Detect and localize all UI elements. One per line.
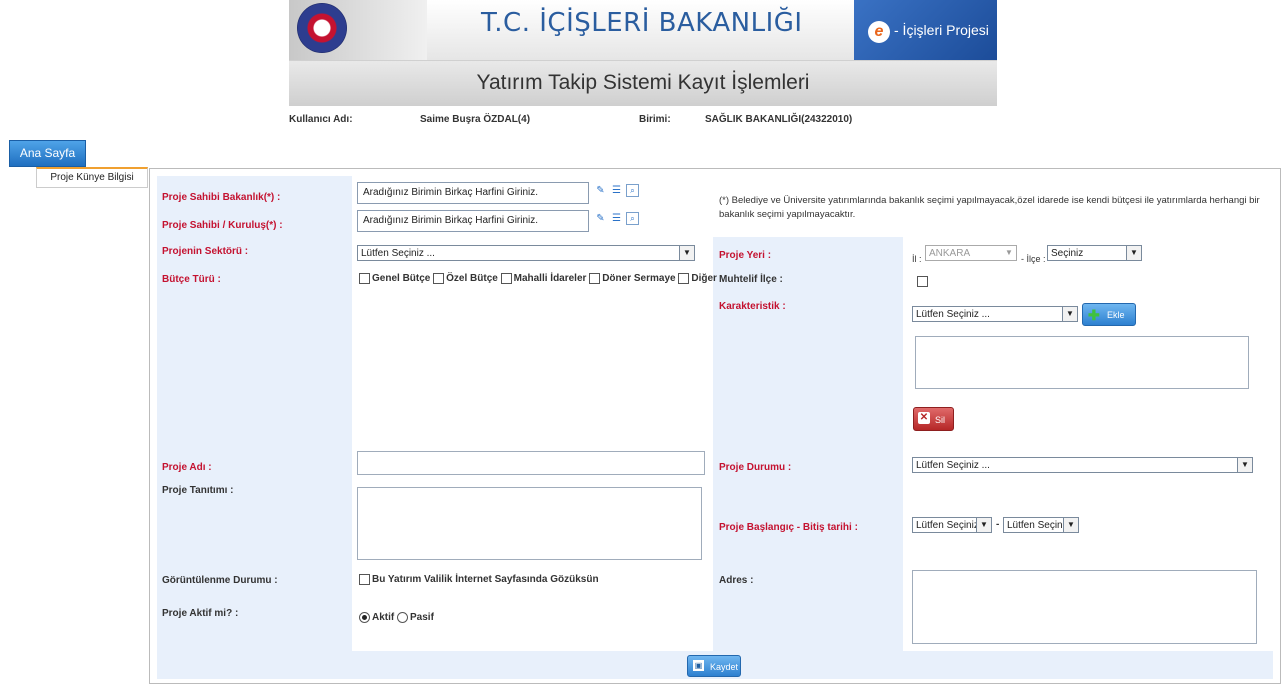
chevron-down-icon: ▼ xyxy=(1062,307,1077,321)
chevron-down-icon: ▼ xyxy=(1126,246,1141,260)
chevron-down-icon: ▼ xyxy=(1063,518,1078,532)
province-label: İl : xyxy=(912,254,922,264)
project-status-select[interactable]: Lütfen Seçiniz ... ▼ xyxy=(912,457,1253,473)
sector-label: Projenin Sektörü : xyxy=(162,246,249,257)
lookup-icon[interactable]: ⌕ xyxy=(626,212,639,225)
district-select[interactable]: Seçiniz ▼ xyxy=(1047,245,1142,261)
close-icon: ✕ xyxy=(918,412,930,424)
radio-button[interactable] xyxy=(359,612,370,623)
project-form: Proje Sahibi Bakanlık(*) : Aradığınız Bi… xyxy=(157,176,1273,679)
project-dates-label: Proje Başlangıç - Bitiş tarihi : xyxy=(719,522,858,533)
budget-option[interactable]: Diğer xyxy=(678,273,717,284)
home-tab[interactable]: Ana Sayfa xyxy=(9,140,86,167)
budget-label: Bütçe Türü : xyxy=(162,274,221,285)
ministry-seal-logo xyxy=(297,3,347,53)
chevron-down-icon: ▼ xyxy=(1237,458,1252,472)
sector-select[interactable]: Lütfen Seçiniz ... ▼ xyxy=(357,245,695,261)
unit-value: SAĞLIK BAKANLIĞI(24322010) xyxy=(705,114,853,125)
active-radio-group: Aktif Pasif xyxy=(359,612,434,623)
checkbox[interactable] xyxy=(678,273,690,284)
lookup-icon[interactable]: ⌕ xyxy=(626,184,639,197)
save-disk-icon: ▣ xyxy=(693,660,704,671)
project-description-label: Proje Tanıtımı : xyxy=(162,485,234,496)
ministry-input[interactable]: Aradığınız Birimin Birkaç Harfini Girini… xyxy=(357,182,589,204)
ministry-label: Proje Sahibi Bakanlık(*) : xyxy=(162,192,281,203)
possible-district-label: Muhtelif İlçe : xyxy=(719,274,783,285)
checkbox[interactable] xyxy=(589,273,601,284)
checkbox[interactable] xyxy=(359,574,370,585)
project-badge: e - İçişleri Projesi xyxy=(854,0,997,60)
characteristic-list[interactable] xyxy=(915,336,1249,389)
clear-brush-icon[interactable]: ✎ xyxy=(594,212,607,225)
radio-button[interactable] xyxy=(397,612,409,623)
date-separator: - xyxy=(996,519,1000,530)
active-label: Proje Aktif mi? : xyxy=(162,608,239,619)
ministry-note: (*) Belediye ve Üniversite yatırımlarınd… xyxy=(719,195,1260,220)
username-label: Kullanıcı Adı: xyxy=(289,114,353,125)
visibility-label: Görüntülenme Durumu : xyxy=(162,575,278,586)
clear-brush-icon[interactable]: ✎ xyxy=(594,184,607,197)
project-label: - İçişleri Projesi xyxy=(894,22,989,38)
delete-button[interactable]: ✕ Sil xyxy=(913,407,954,431)
budget-option[interactable]: Özel Bütçe xyxy=(433,273,498,284)
possible-district-checkbox[interactable] xyxy=(917,276,928,287)
budget-option[interactable]: Döner Sermaye xyxy=(589,273,676,284)
characteristic-label: Karakteristik : xyxy=(719,301,786,312)
system-title: Yatırım Takip Sistemi Kayıt İşlemleri xyxy=(476,71,810,94)
checkbox[interactable] xyxy=(500,273,512,284)
tree-list-icon[interactable]: ☰ xyxy=(610,184,623,197)
visibility-option[interactable]: Bu Yatırım Valilik İnternet Sayfasında G… xyxy=(359,574,599,585)
checkbox[interactable] xyxy=(359,273,370,284)
sidebar-item-project-info[interactable]: Proje Künye Bilgisi xyxy=(36,167,148,188)
project-name-input[interactable] xyxy=(357,451,705,475)
tree-list-icon[interactable]: ☰ xyxy=(610,212,623,225)
plus-icon: ✚ xyxy=(1088,307,1100,323)
chevron-down-icon: ▼ xyxy=(976,518,991,532)
district-label: - İlçe : xyxy=(1021,254,1046,264)
active-option[interactable]: Aktif xyxy=(359,612,394,623)
page-title: T.C. İÇİŞLERİ BAKANLIĞI xyxy=(481,8,803,38)
form-panel: Proje Sahibi Bakanlık(*) : Aradığınız Bi… xyxy=(149,168,1281,684)
checkbox[interactable] xyxy=(433,273,445,284)
chevron-down-icon: ▼ xyxy=(1002,246,1016,260)
sub-banner: Yatırım Takip Sistemi Kayıt İşlemleri xyxy=(289,61,997,106)
institution-label: Proje Sahibi / Kuruluş(*) : xyxy=(162,220,283,231)
project-description-textarea[interactable] xyxy=(357,487,702,560)
location-label: Proje Yeri : xyxy=(719,250,772,261)
budget-option[interactable]: Mahalli İdareler xyxy=(500,273,586,284)
project-name-label: Proje Adı : xyxy=(162,462,212,473)
budget-option[interactable]: Genel Bütçe xyxy=(359,273,430,284)
start-date-select[interactable]: Lütfen Seçiniz ▼ xyxy=(912,517,992,533)
unit-label: Birimi: xyxy=(639,114,671,125)
address-label: Adres : xyxy=(719,575,754,586)
username-value: Saime Buşra ÖZDAL(4) xyxy=(420,114,531,125)
save-button[interactable]: ▣ Kaydet xyxy=(687,655,741,677)
header: T.C. İÇİŞLERİ BAKANLIĞI e - İçişleri Pro… xyxy=(289,0,997,108)
province-select[interactable]: ANKARA ▼ xyxy=(925,245,1017,261)
address-textarea[interactable] xyxy=(912,570,1257,644)
e-logo-icon: e xyxy=(868,21,890,43)
chevron-down-icon: ▼ xyxy=(679,246,694,260)
passive-option[interactable]: Pasif xyxy=(397,612,434,623)
project-status-label: Proje Durumu : xyxy=(719,462,792,473)
budget-options: Genel Bütçe Özel Bütçe Mahalli İdareler … xyxy=(359,273,717,284)
characteristic-select[interactable]: Lütfen Seçiniz ... ▼ xyxy=(912,306,1078,322)
end-date-select[interactable]: Lütfen Seçiniz ▼ xyxy=(1003,517,1079,533)
institution-input[interactable]: Aradığınız Birimin Birkaç Harfini Girini… xyxy=(357,210,589,232)
add-button[interactable]: ✚ Ekle xyxy=(1082,303,1136,326)
banner: T.C. İÇİŞLERİ BAKANLIĞI e - İçişleri Pro… xyxy=(289,0,997,61)
